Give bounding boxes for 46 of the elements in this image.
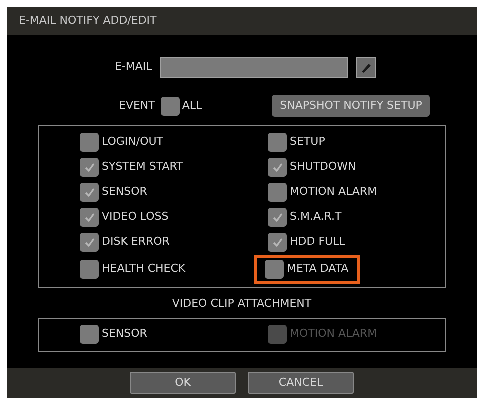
checkbox[interactable] [80,183,99,202]
checkbox[interactable] [268,158,287,177]
check-icon [272,236,284,248]
event-label: MOTION ALARM [290,184,378,200]
event-label: VIDEO LOSS [102,209,169,226]
checkbox[interactable] [268,233,287,252]
check-icon [84,236,96,248]
email-label: E-MAIL [115,59,152,76]
event-label: EVENT [119,98,156,114]
checkbox[interactable] [268,133,287,152]
keyboard-button[interactable] [356,57,376,78]
section-title: VIDEO CLIP ATTACHMENT [172,296,312,312]
check-icon [84,212,96,224]
checkbox[interactable] [268,183,287,202]
event-label: LOGIN/OUT [102,134,164,150]
checkbox[interactable] [80,208,99,227]
check-icon [84,162,96,174]
checkbox[interactable] [268,208,287,227]
check-icon [272,212,284,224]
event-label: DISK ERROR [102,234,170,250]
email-field[interactable] [160,57,348,78]
checkbox[interactable] [80,233,99,252]
checkbox[interactable] [161,96,180,116]
event-label: HDD FULL [290,234,346,250]
dialog-button[interactable]: OK [130,372,236,394]
checkbox[interactable] [80,260,99,279]
clip-label: MOTION ALARM [290,326,378,342]
event-label: SENSOR [102,184,148,200]
checkbox[interactable] [80,133,99,152]
dialog-button[interactable]: CANCEL [248,372,354,394]
check-icon [84,186,96,198]
event-label: SYSTEM START [102,159,184,176]
snapshot-notify-setup-button[interactable]: SNAPSHOT NOTIFY SETUP [272,95,430,117]
event-label: S.M.A.R.T [290,209,342,226]
checkbox[interactable] [265,260,284,279]
all-label: ALL [182,98,202,114]
clip-label: SENSOR [102,326,148,342]
event-label: HEALTH CHECK [102,261,186,278]
checkbox[interactable] [80,158,99,177]
check-icon [272,162,284,174]
window-title: E-MAIL NOTIFY ADD/EDIT [19,12,157,29]
pen-icon [360,62,372,74]
checkbox[interactable] [80,325,99,344]
event-label: META DATA [287,261,349,278]
event-label: SHUTDOWN [290,159,356,176]
event-label: SETUP [290,134,326,150]
